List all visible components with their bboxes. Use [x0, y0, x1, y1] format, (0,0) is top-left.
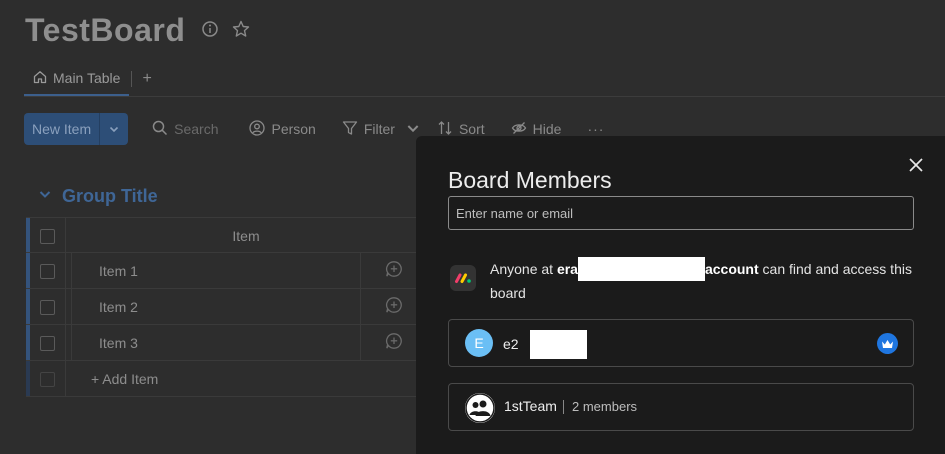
search-placeholder: Search — [174, 121, 219, 137]
chevron-down-icon[interactable] — [38, 187, 52, 206]
column-header-item[interactable]: Item — [66, 218, 426, 254]
item-name[interactable]: Item 1 — [99, 253, 138, 289]
add-item-input[interactable]: + Add Item — [91, 361, 158, 397]
table-row[interactable]: Item 3 — [26, 325, 426, 361]
person-label: Person — [271, 121, 316, 137]
row-checkbox — [40, 371, 55, 387]
avatar: E — [465, 329, 493, 357]
group-header: Group Title — [38, 186, 158, 207]
more-options-button[interactable]: ··· — [587, 121, 604, 137]
group-title[interactable]: Group Title — [62, 186, 158, 207]
table-header-row: Item — [26, 217, 426, 254]
team-divider — [563, 400, 564, 414]
row-checkbox-cell — [30, 325, 66, 361]
team-member-count: 2 members — [572, 399, 638, 414]
row-checkbox-cell — [30, 289, 66, 325]
board-title[interactable]: TestBoard — [25, 12, 185, 49]
member-search-input[interactable] — [448, 196, 914, 230]
row-checkbox-cell — [30, 361, 66, 397]
new-item-button[interactable]: New Item — [24, 113, 129, 145]
team-card[interactable]: 1stTeam 2 members — [448, 383, 914, 431]
search-button[interactable]: Search — [152, 120, 218, 139]
filter-label: Filter — [363, 121, 395, 137]
row-checkbox-cell — [30, 253, 66, 289]
team-icon — [465, 393, 495, 423]
add-update-icon — [385, 296, 403, 319]
star-icon[interactable] — [232, 20, 250, 38]
close-button[interactable] — [905, 154, 927, 176]
access-prefix: Anyone at — [490, 261, 557, 277]
access-text: Anyone at era account can find and access… — [490, 257, 920, 305]
filter-button[interactable]: Filter — [342, 120, 421, 139]
row-checkbox[interactable] — [40, 263, 55, 279]
view-tabs: Main Table + — [24, 62, 152, 96]
person-filter-button[interactable]: Person — [249, 119, 316, 139]
group-table: Item Item 1 Item 2 Item 3 + Add Item — [26, 217, 426, 397]
add-update-icon — [385, 260, 403, 283]
person-icon — [249, 119, 266, 139]
filter-icon — [342, 120, 358, 139]
row-checkbox[interactable] — [40, 299, 55, 315]
redaction-box — [530, 330, 587, 359]
chevron-down-icon[interactable] — [99, 113, 128, 145]
row-indent — [66, 253, 72, 288]
home-icon — [33, 70, 47, 87]
member-card[interactable]: E e2 — [448, 319, 914, 367]
dialog-title: Board Members — [448, 167, 612, 193]
item-name[interactable]: Item 2 — [99, 289, 138, 325]
team-name: 1stTeam — [504, 398, 557, 414]
monday-logo-icon — [450, 265, 476, 291]
hide-label: Hide — [532, 121, 562, 137]
new-item-label: New Item — [32, 121, 92, 137]
row-indent — [66, 289, 72, 324]
item-name[interactable]: Item 3 — [99, 325, 138, 361]
sort-label: Sort — [458, 121, 485, 137]
close-icon — [909, 158, 923, 172]
redaction-box — [577, 257, 705, 281]
table-row[interactable]: Item 1 — [26, 253, 426, 289]
member-name: e2 — [503, 336, 519, 352]
info-icon[interactable] — [201, 20, 219, 38]
select-all-checkbox[interactable] — [40, 228, 55, 244]
tab-label: Main Table — [53, 70, 121, 86]
row-checkbox[interactable] — [40, 335, 55, 351]
add-item-row[interactable]: + Add Item — [26, 361, 426, 397]
owner-crown-icon[interactable] — [877, 333, 898, 354]
account-name-start: era — [556, 261, 578, 277]
select-all-cell — [30, 218, 66, 254]
account-name-end: account — [704, 261, 759, 277]
tabs-divider — [24, 96, 945, 97]
search-icon — [152, 120, 168, 139]
add-view-button[interactable]: + — [142, 70, 151, 88]
board-members-dialog: Board Members Anyone at eraaccount can f… — [416, 136, 945, 454]
add-update-icon — [385, 332, 403, 355]
row-indent — [66, 325, 72, 360]
tab-separator — [131, 71, 133, 87]
table-row[interactable]: Item 2 — [26, 289, 426, 325]
tab-main-table[interactable]: Main Table — [24, 62, 130, 96]
